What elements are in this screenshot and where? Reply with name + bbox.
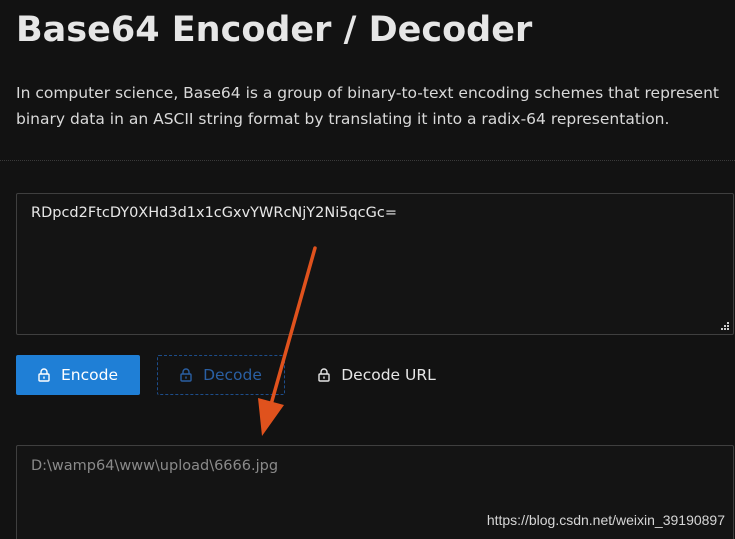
decode-button[interactable]: Decode — [157, 355, 285, 395]
divider — [0, 160, 735, 161]
resize-grip-icon[interactable] — [721, 322, 730, 331]
page-title: Base64 Encoder / Decoder — [16, 10, 533, 50]
lock-icon — [38, 368, 50, 382]
lock-icon — [318, 368, 330, 382]
input-text: RDpcd2FtcDY0XHd3d1x1cGxvYWRcNjY2Ni5qcGc= — [31, 205, 398, 221]
page: Base64 Encoder / Decoder In computer sci… — [0, 0, 735, 539]
input-textarea[interactable]: RDpcd2FtcDY0XHd3d1x1cGxvYWRcNjY2Ni5qcGc= — [16, 193, 734, 335]
encode-label: Encode — [61, 366, 118, 384]
output-text: D:\wamp64\www\upload\6666.jpg — [31, 458, 279, 474]
encode-button[interactable]: Encode — [16, 355, 140, 395]
decode-url-label: Decode URL — [341, 366, 436, 384]
decode-url-button[interactable]: Decode URL — [302, 355, 452, 395]
page-description: In computer science, Base64 is a group o… — [16, 84, 719, 128]
decode-label: Decode — [203, 366, 262, 384]
lock-icon — [180, 368, 192, 382]
watermark: https://blog.csdn.net/weixin_39190897 — [486, 512, 725, 528]
